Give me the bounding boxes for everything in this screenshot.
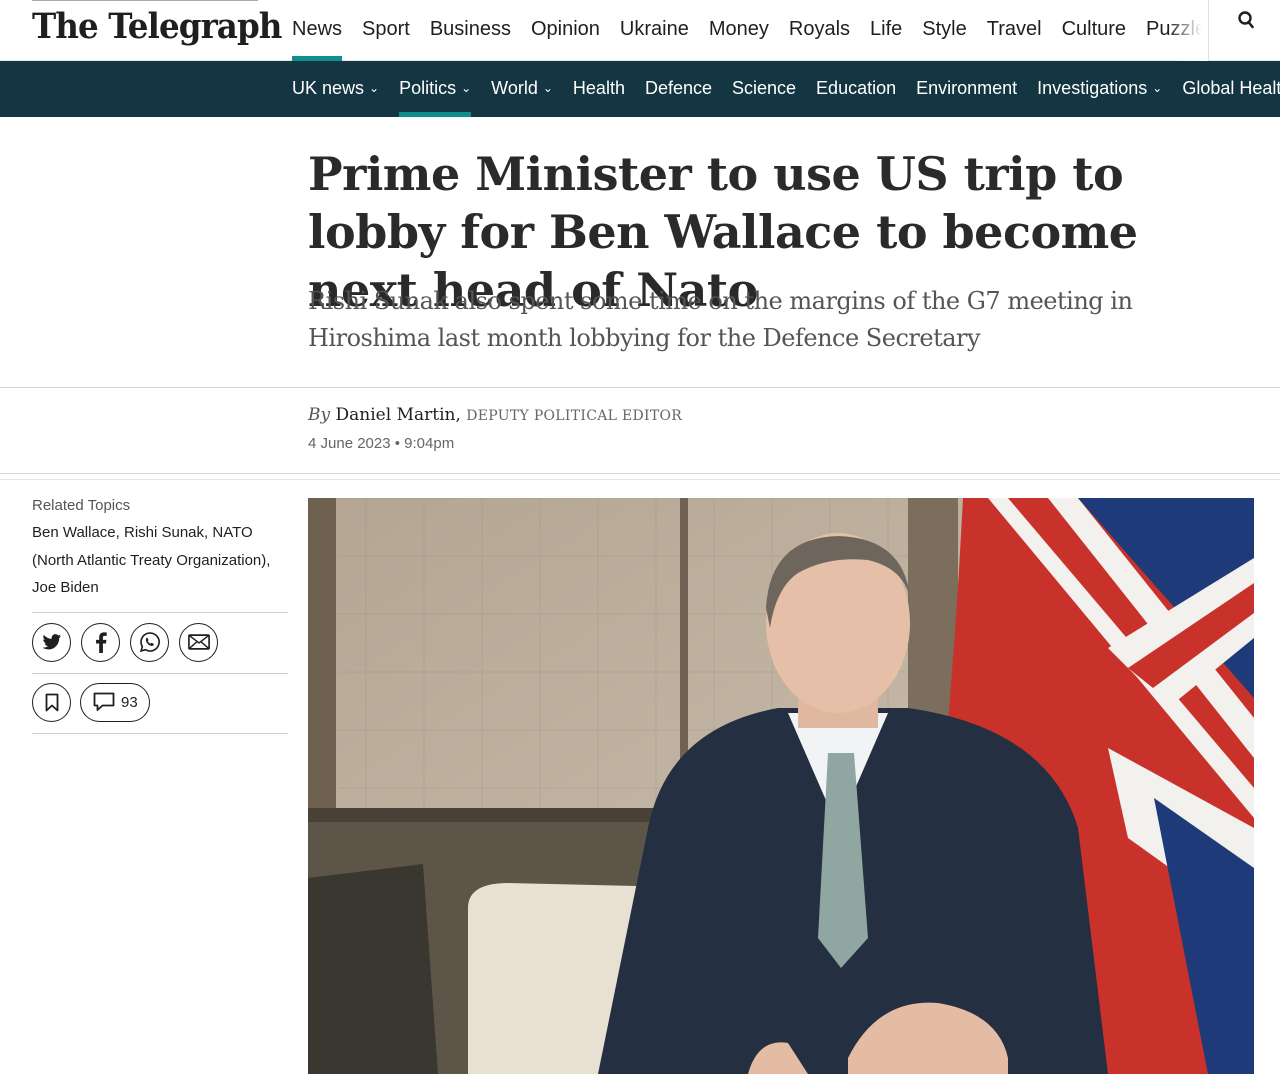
subnav-label: Investigations: [1037, 78, 1148, 98]
divider: [32, 732, 288, 734]
article-actions: 93: [32, 674, 288, 733]
article-standfirst: Rishi Sunak also spent some time on the …: [308, 287, 1133, 352]
search-button[interactable]: [1208, 0, 1280, 61]
subnav-label: World: [491, 78, 538, 98]
nav-item-business[interactable]: Business: [430, 0, 511, 61]
subnav-item-defence[interactable]: Defence: [645, 61, 712, 117]
byline: By Daniel Martin, DEPUTY POLITICAL EDITO…: [308, 405, 682, 425]
subnav-label: UK news: [292, 78, 365, 98]
nav-item-money[interactable]: Money: [709, 0, 769, 61]
logo-frame: [32, 0, 258, 3]
nav-item-opinion[interactable]: Opinion: [531, 0, 600, 61]
bookmark-button[interactable]: [32, 682, 71, 722]
divider: [0, 479, 1280, 480]
nav-item-style[interactable]: Style: [922, 0, 966, 61]
subnav-item-education[interactable]: Education: [816, 61, 896, 117]
top-header: The Telegraph News Sport Business Opinio…: [0, 0, 1280, 61]
divider: [0, 387, 1280, 388]
share-twitter-button[interactable]: [32, 622, 71, 662]
whatsapp-icon: [139, 632, 160, 653]
facebook-icon: [95, 631, 107, 653]
byline-prefix: By: [308, 405, 331, 425]
nav-item-sport[interactable]: Sport: [362, 0, 410, 61]
nav-item-life[interactable]: Life: [870, 0, 902, 61]
author-link[interactable]: Daniel Martin,: [336, 405, 461, 425]
comments-button[interactable]: 93: [80, 682, 150, 722]
subnav-item-uk-news[interactable]: UK news ⌄: [292, 61, 379, 117]
photo-illustration: [308, 498, 1254, 1074]
subnav-item-environment[interactable]: Environment: [916, 61, 1017, 117]
email-icon: [187, 634, 210, 650]
section-nav: UK news ⌄ Politics ⌄ World ⌄ Health Defence…: [0, 61, 1280, 117]
bookmark-icon: [45, 693, 58, 711]
nav-item-news[interactable]: News: [292, 0, 343, 61]
share-facebook-button[interactable]: [81, 622, 120, 662]
chevron-down-icon: ⌄: [369, 81, 380, 95]
chevron-down-icon: ⌄: [1152, 81, 1163, 95]
author-role: DEPUTY POLITICAL EDITOR: [466, 408, 683, 424]
subnav-item-politics[interactable]: Politics ⌄: [399, 61, 472, 117]
comment-icon: [93, 692, 115, 711]
nav-item-culture[interactable]: Culture: [1062, 0, 1126, 61]
subnav-item-world[interactable]: World ⌄: [491, 61, 553, 117]
comment-count: 93: [121, 693, 138, 711]
publish-date: 4 June 2023 • 9:04pm: [308, 435, 455, 452]
article-sidebar: Related Topics Ben Wallace, Rishi Sunak,…: [32, 497, 288, 734]
nav-item-ukraine[interactable]: Ukraine: [620, 0, 689, 61]
chevron-down-icon: ⌄: [542, 81, 553, 95]
nav-item-travel[interactable]: Travel: [987, 0, 1042, 61]
share-buttons: [32, 613, 288, 673]
nav-item-royals[interactable]: Royals: [789, 0, 850, 61]
article-hero-image[interactable]: [308, 498, 1254, 1074]
related-topics-label: Related Topics: [32, 497, 131, 514]
share-email-button[interactable]: [179, 622, 218, 662]
share-whatsapp-button[interactable]: [130, 622, 169, 662]
subnav-label: Politics: [399, 78, 457, 98]
chevron-down-icon: ⌄: [461, 81, 472, 95]
nav-fade: [1168, 0, 1208, 61]
main-nav: News Sport Business Opinion Ukraine Mone…: [292, 0, 1208, 61]
twitter-icon: [41, 633, 61, 649]
site-logo[interactable]: The Telegraph: [32, 6, 282, 47]
subnav-item-science[interactable]: Science: [732, 61, 796, 117]
divider: [0, 473, 1280, 474]
subnav-item-investigations[interactable]: Investigations ⌄: [1037, 61, 1162, 117]
subnav-item-global-health[interactable]: Global Health: [1182, 61, 1280, 117]
search-icon: [1238, 11, 1254, 29]
subnav-item-health[interactable]: Health: [573, 61, 625, 117]
related-topics-links[interactable]: Ben Wallace, Rishi Sunak, NATO (North At…: [32, 519, 288, 602]
